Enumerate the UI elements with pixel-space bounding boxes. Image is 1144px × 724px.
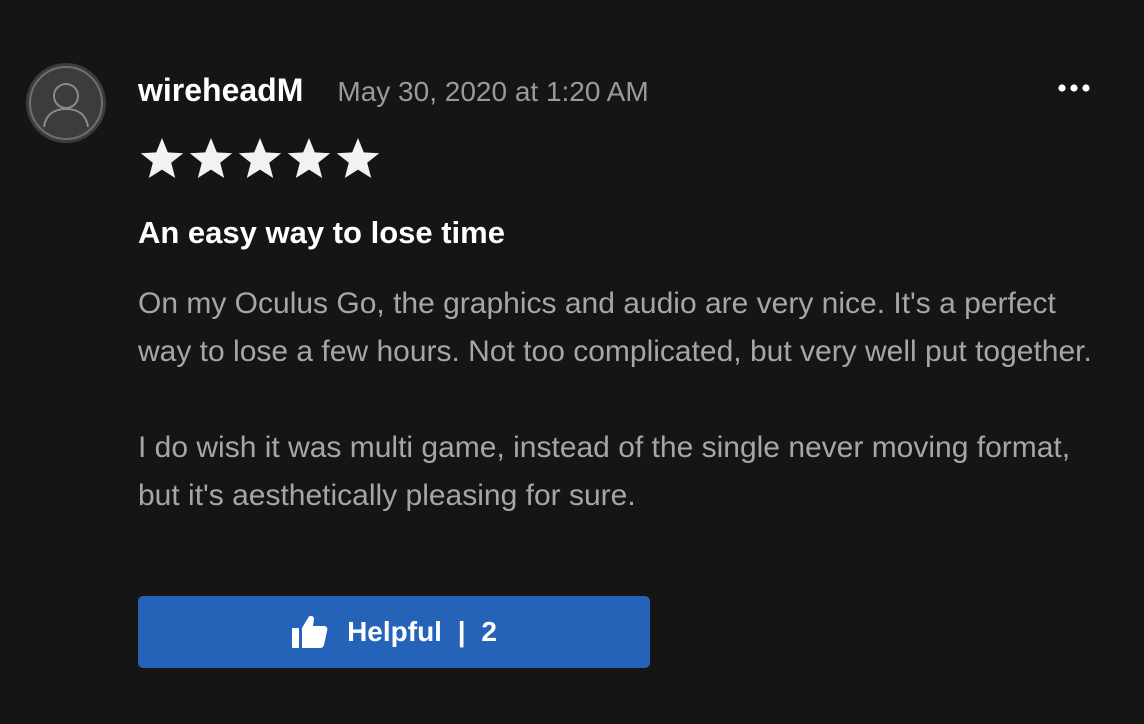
review-timestamp: May 30, 2020 at 1:20 AM — [337, 76, 649, 107]
star-icon — [336, 138, 380, 178]
thumbs-up-icon — [291, 614, 329, 650]
star-icon — [140, 138, 184, 178]
star-icon — [238, 138, 282, 178]
review-card: wireheadM May 30, 2020 at 1:20 AM An eas… — [0, 0, 1144, 724]
more-options-icon — [1058, 84, 1090, 92]
helpful-separator: | — [457, 616, 466, 647]
helpful-count: 2 — [481, 616, 497, 647]
review-title: An easy way to lose time — [138, 215, 505, 250]
review-paragraph: On my Oculus Go, the graphics and audio … — [138, 287, 1092, 368]
user-silhouette-icon — [29, 66, 103, 140]
star-icon — [287, 138, 331, 178]
review-body: On my Oculus Go, the graphics and audio … — [138, 280, 1098, 520]
avatar — [26, 63, 106, 143]
more-options-button[interactable] — [1052, 76, 1096, 100]
star-rating — [138, 136, 382, 182]
review-header: wireheadM May 30, 2020 at 1:20 AM — [138, 72, 649, 116]
helpful-label: Helpful — [347, 616, 442, 647]
star-icon — [189, 138, 233, 178]
helpful-button[interactable]: Helpful | 2 — [138, 596, 650, 668]
review-paragraph: I do wish it was multi game, instead of … — [138, 431, 1071, 512]
author-name[interactable]: wireheadM — [138, 72, 303, 109]
